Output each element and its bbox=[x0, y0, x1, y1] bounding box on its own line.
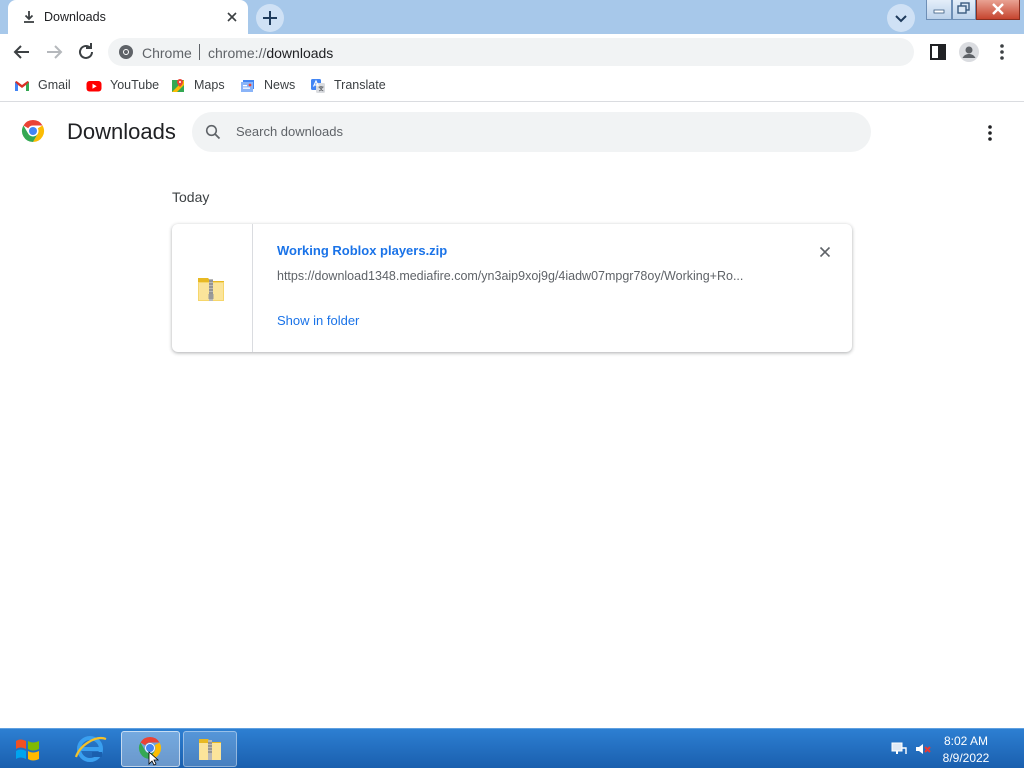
bookmark-youtube[interactable]: YouTube bbox=[86, 77, 160, 95]
clock-time[interactable]: 8:02 AM bbox=[936, 734, 996, 748]
tab-strip: Downloads bbox=[0, 0, 1024, 34]
clock-date[interactable]: 8/9/2022 bbox=[936, 751, 996, 765]
download-icon bbox=[22, 10, 36, 24]
url-scheme: chrome:// bbox=[208, 45, 267, 61]
youtube-icon bbox=[86, 78, 102, 94]
windows-taskbar: 8:02 AM 8/9/2022 bbox=[0, 728, 1024, 768]
downloads-page: Downloads Search downloads Today Working bbox=[0, 103, 1024, 728]
page-more-menu-icon[interactable] bbox=[978, 121, 1002, 145]
search-icon bbox=[205, 124, 221, 140]
bookmark-gmail[interactable]: Gmail bbox=[14, 77, 74, 95]
bookmark-maps[interactable]: Maps bbox=[170, 77, 228, 95]
download-item: Working Roblox players.zip https://downl… bbox=[172, 224, 852, 352]
address-bar[interactable]: Chrome chrome://downloads bbox=[108, 38, 914, 66]
bookmark-news[interactable]: News bbox=[240, 77, 298, 95]
start-button[interactable] bbox=[8, 731, 48, 767]
news-icon bbox=[240, 78, 256, 94]
file-name-link[interactable]: Working Roblox players.zip bbox=[277, 243, 447, 258]
page-title: Downloads bbox=[67, 119, 176, 144]
minimize-button[interactable] bbox=[926, 0, 952, 20]
remove-download-icon[interactable] bbox=[819, 246, 831, 258]
translate-icon bbox=[310, 78, 326, 94]
restore-button[interactable] bbox=[952, 0, 976, 20]
tab-search-button[interactable] bbox=[887, 4, 915, 32]
security-label: Chrome bbox=[142, 45, 192, 61]
zip-folder-icon bbox=[195, 271, 227, 305]
forward-arrow-icon[interactable] bbox=[42, 40, 66, 64]
bookmark-label: Maps bbox=[194, 78, 225, 92]
search-field[interactable]: Search downloads bbox=[192, 112, 871, 152]
new-tab-button[interactable] bbox=[256, 4, 284, 32]
bookmark-label: News bbox=[264, 78, 296, 92]
chrome-logo-icon bbox=[21, 119, 45, 143]
tab-title: Downloads bbox=[44, 10, 106, 24]
reload-icon[interactable] bbox=[74, 40, 98, 64]
bookmark-label: YouTube bbox=[110, 78, 160, 92]
file-source-url[interactable]: https://download1348.mediafire.com/yn3ai… bbox=[277, 269, 777, 283]
date-group-label: Today bbox=[172, 189, 210, 205]
profile-avatar-icon[interactable] bbox=[957, 40, 981, 64]
bookmark-translate[interactable]: Translate bbox=[310, 77, 386, 95]
network-tray-icon[interactable] bbox=[890, 740, 908, 758]
bookmarks-bar: Gmail YouTube Maps News Translate bbox=[0, 70, 1024, 102]
internet-explorer-taskbar-icon[interactable] bbox=[68, 731, 112, 767]
back-arrow-icon[interactable] bbox=[10, 40, 34, 64]
gmail-icon bbox=[14, 78, 30, 94]
chrome-page-icon[interactable] bbox=[118, 44, 134, 60]
maps-icon bbox=[170, 78, 186, 94]
file-icon-column bbox=[172, 224, 253, 352]
window-close-button[interactable] bbox=[976, 0, 1020, 20]
tab-close-icon[interactable] bbox=[226, 11, 238, 23]
volume-muted-tray-icon[interactable] bbox=[914, 740, 932, 758]
file-explorer-taskbar-icon[interactable] bbox=[183, 731, 237, 767]
url-text[interactable]: chrome://downloads bbox=[208, 45, 333, 61]
url-path: downloads bbox=[266, 45, 334, 61]
chrome-taskbar-icon[interactable] bbox=[121, 731, 180, 767]
bookmark-label: Gmail bbox=[38, 78, 71, 92]
bookmark-label: Translate bbox=[334, 78, 386, 92]
omnibox-divider bbox=[199, 44, 200, 60]
browser-menu-icon[interactable] bbox=[990, 40, 1014, 64]
side-panel-icon[interactable] bbox=[926, 40, 950, 64]
search-placeholder: Search downloads bbox=[236, 124, 343, 139]
show-in-folder-link[interactable]: Show in folder bbox=[277, 313, 359, 328]
tab-downloads[interactable]: Downloads bbox=[8, 0, 248, 34]
